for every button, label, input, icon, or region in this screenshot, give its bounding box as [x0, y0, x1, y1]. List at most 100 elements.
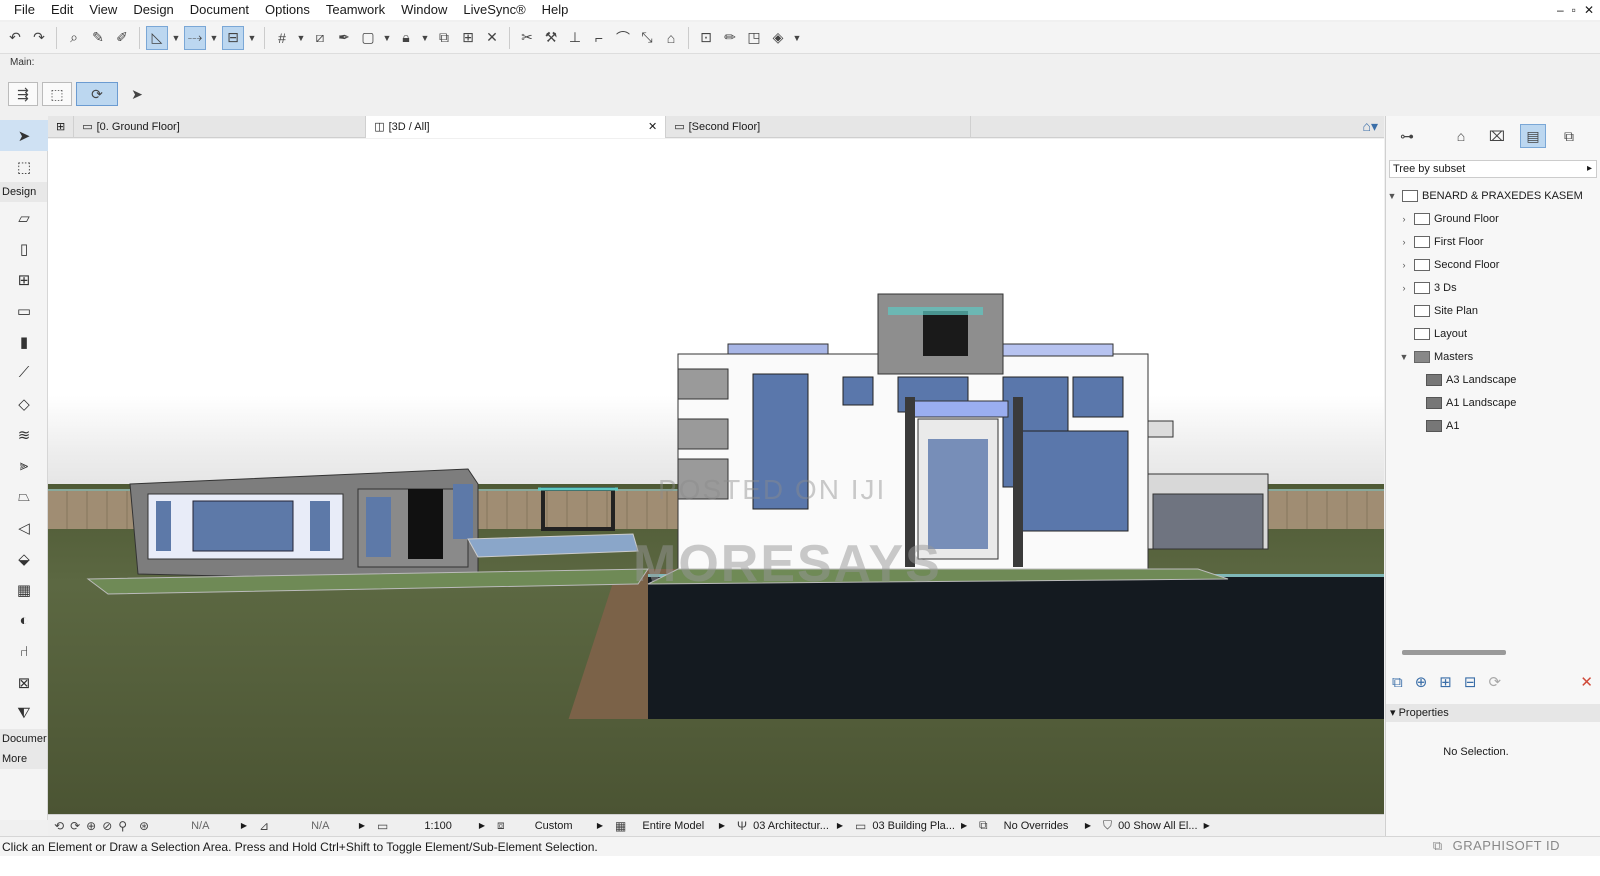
penset-dropdown[interactable]: ⧈ Custom ▶ — [491, 815, 609, 837]
tree-item-second-floor[interactable]: › Second Floor — [1386, 253, 1600, 276]
layout-book-icon[interactable]: ▤ — [1520, 124, 1546, 148]
shell-tool-icon[interactable]: ◁ — [0, 512, 48, 543]
dimension-dropdown[interactable]: ▭ 03 Building Pla... ▶ — [849, 815, 973, 837]
find-select-icon[interactable]: ⌕ — [63, 26, 85, 50]
3d-viewport[interactable]: POSTED ON IJI MORESAYS — [48, 139, 1384, 814]
new-layout-icon[interactable]: ⧉ — [1392, 674, 1403, 691]
toolbox-group-more[interactable]: More — [0, 749, 47, 769]
roof-icon[interactable]: ⌂ — [660, 26, 682, 50]
project-map-icon[interactable]: ⌂ — [1448, 124, 1474, 148]
tree-item-site-plan[interactable]: Site Plan — [1386, 299, 1600, 322]
terrain-tool-icon[interactable]: ⧨ — [0, 698, 48, 729]
menu-teamwork[interactable]: Teamwork — [318, 0, 393, 20]
undo-icon[interactable]: ↶ — [4, 26, 26, 50]
model-view-dropdown[interactable]: ▦ Entire Model ▶ — [609, 815, 731, 837]
roof-tool-icon[interactable]: ⏢ — [0, 481, 48, 512]
chevron-right-icon[interactable]: › — [1398, 237, 1410, 247]
render-icon[interactable]: ◈ — [767, 26, 789, 50]
split-icon[interactable]: ✂ — [516, 26, 538, 50]
curve-icon[interactable]: ⌒ — [612, 26, 634, 50]
new-master-icon[interactable]: ⊕ — [1415, 673, 1428, 691]
tab-ground-floor[interactable]: ▭ [0. Ground Floor] — [74, 115, 367, 138]
chevron-right-icon[interactable]: › — [1398, 283, 1410, 293]
chevron-down-icon[interactable]: ▼ — [295, 26, 307, 50]
close-window-icon[interactable]: ✕ — [1584, 3, 1594, 17]
redo-icon[interactable]: ↷ — [28, 26, 50, 50]
zone-tool-icon[interactable]: ⊠ — [0, 667, 48, 698]
lock-icon[interactable]: 🔒︎ — [395, 26, 417, 50]
chevron-right-icon[interactable]: › — [1398, 214, 1410, 224]
grid-snap-icon[interactable]: # — [271, 26, 293, 50]
navigator-scrollbar[interactable] — [1402, 650, 1506, 655]
wall-tool-icon[interactable]: ▱ — [0, 202, 48, 233]
layer-combination-dropdown[interactable]: Ψ 03 Architectur... ▶ — [731, 815, 849, 837]
railing-tool-icon[interactable]: ⫸ — [0, 450, 48, 481]
menu-livesync[interactable]: LiveSync® — [455, 0, 533, 20]
group-icon[interactable]: ⧉ — [433, 26, 455, 50]
menu-edit[interactable]: Edit — [43, 0, 81, 20]
chevron-down-icon[interactable]: ▼ — [419, 26, 431, 50]
guide-lines-icon[interactable]: ◺ — [146, 25, 168, 50]
new-folder-icon[interactable]: ⊟ — [1464, 673, 1477, 691]
tree-item-a1-landscape[interactable]: A1 Landscape — [1386, 391, 1600, 414]
chevron-down-icon[interactable]: ▼ — [1398, 352, 1410, 362]
pen-icon[interactable]: ✒ — [333, 26, 355, 50]
syringe-icon[interactable]: ✐ — [111, 26, 133, 50]
renovation-filter-dropdown[interactable]: ⛉ 00 Show All El... ▶ — [1097, 815, 1215, 837]
restore-icon[interactable]: ▫ — [1572, 3, 1576, 17]
resize-icon[interactable]: ⤡ — [636, 26, 658, 50]
tree-item-a1[interactable]: A1 — [1386, 414, 1600, 437]
view-map-icon[interactable]: ⌧ — [1484, 124, 1510, 148]
fillet-icon[interactable]: ⌐ — [588, 26, 610, 50]
curtain-wall-tool-icon[interactable]: ▦ — [0, 574, 48, 605]
edit-selection-icon[interactable]: ✏ — [719, 26, 741, 50]
layer-icon[interactable]: ⧄ — [309, 26, 331, 50]
magic-wand-icon[interactable]: ⊡ — [695, 26, 717, 50]
explode-icon[interactable]: ✕ — [481, 26, 503, 50]
tree-item-ground-floor[interactable]: › Ground Floor — [1386, 207, 1600, 230]
mesh-tool-icon[interactable]: ⬙ — [0, 543, 48, 574]
chevron-down-icon[interactable]: ▼ — [208, 26, 220, 50]
intersect-icon[interactable]: ⊥ — [564, 26, 586, 50]
tab-3d-all[interactable]: ◫ [3D / All] ✕ — [366, 115, 667, 138]
tab-overview[interactable]: ⊞ — [48, 115, 75, 138]
rotate-orbit-icon[interactable]: ⟳ — [76, 82, 118, 106]
object-tool-icon[interactable]: ▭ — [0, 295, 48, 326]
rotation-value[interactable]: ⊿ N/A ▶ — [253, 815, 371, 837]
delete-icon[interactable]: ✕ — [1580, 673, 1593, 691]
column-tool-icon[interactable]: ▮ — [0, 326, 48, 357]
menu-options[interactable]: Options — [257, 0, 318, 20]
menu-window[interactable]: Window — [393, 0, 455, 20]
explore-icon[interactable]: ⚲ — [118, 819, 127, 833]
properties-header[interactable]: ▾ Properties — [1386, 704, 1600, 722]
menu-help[interactable]: Help — [534, 0, 577, 20]
snap-guides-icon[interactable]: ⤏ — [184, 25, 206, 50]
window-tool-icon[interactable]: ⊞ — [0, 264, 48, 295]
new-subset-icon[interactable]: ⊞ — [1439, 673, 1452, 691]
eyedropper-icon[interactable]: ✎ — [87, 26, 109, 50]
3d-cutaway-icon[interactable]: ◳ — [743, 26, 765, 50]
scale-dropdown[interactable]: ▭ 1:100 ▶ — [371, 815, 491, 837]
orbit-icon[interactable]: ⊘ — [102, 819, 112, 833]
selection-method-icon[interactable]: ⇶ — [8, 82, 38, 106]
tree-root[interactable]: ▼ BENARD & PRAXEDES KASEM — [1386, 184, 1600, 207]
chevron-down-icon[interactable]: ▼ — [170, 26, 182, 50]
chevron-down-icon[interactable]: ▼ — [381, 26, 393, 50]
chair-tool-icon[interactable]: ⑁ — [0, 636, 48, 667]
morph-tool-icon[interactable]: ◐ — [0, 605, 48, 636]
menu-file[interactable]: File — [6, 0, 43, 20]
toolbox-group-design[interactable]: Design — [0, 182, 47, 202]
navigator-mode-icon[interactable]: ⊶ — [1394, 124, 1420, 148]
update-icon[interactable]: ⟳ — [1488, 673, 1501, 691]
chevron-down-icon[interactable]: ▼ — [246, 26, 258, 50]
tree-item-first-floor[interactable]: › First Floor — [1386, 230, 1600, 253]
renumber-icon[interactable]: ⊞ — [457, 26, 479, 50]
tree-subset-dropdown[interactable]: Tree by subset — [1389, 160, 1597, 178]
zoom-value-1[interactable]: ⊛ N/A ▶ — [133, 815, 253, 837]
graphic-overrides-dropdown[interactable]: ⧉ No Overrides ▶ — [973, 815, 1097, 837]
minimize-icon[interactable]: – — [1557, 3, 1564, 17]
stair-tool-icon[interactable]: ≋ — [0, 419, 48, 450]
door-tool-icon[interactable]: ▯ — [0, 233, 48, 264]
marquee-icon[interactable]: ▢ — [357, 26, 379, 50]
redo-zoom-icon[interactable]: ⟳ — [70, 819, 80, 833]
